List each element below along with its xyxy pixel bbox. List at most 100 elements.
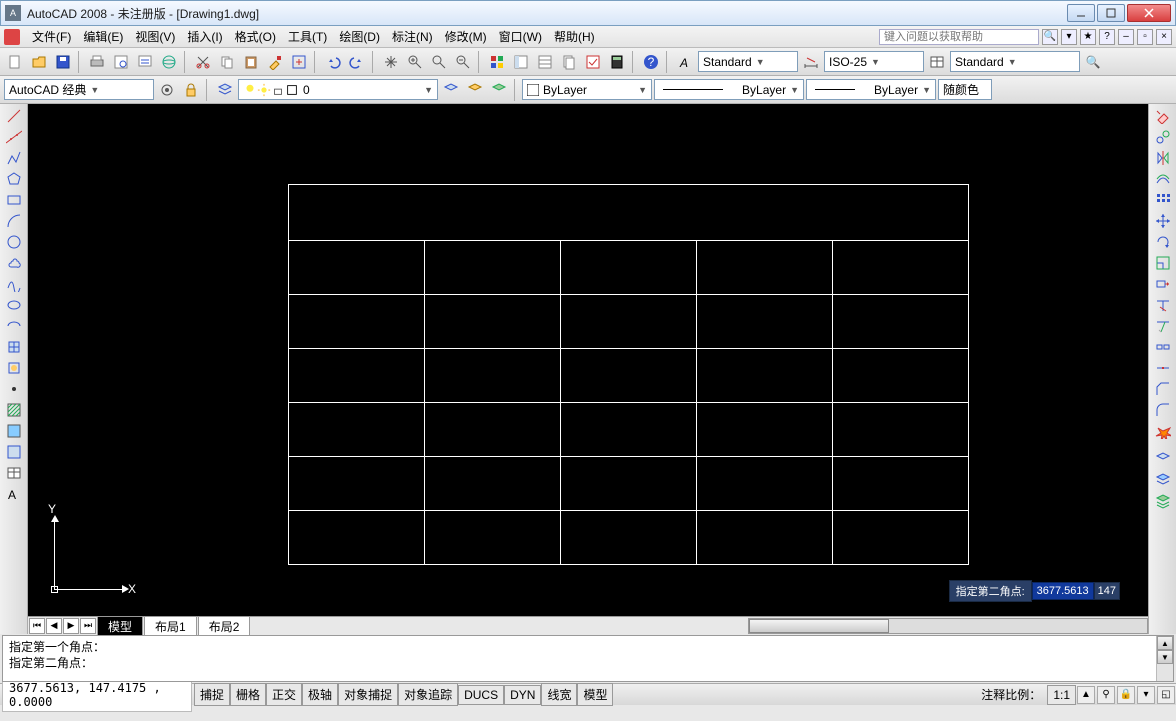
command-line[interactable]: 指定第一个角点： 指定第二角点： ▲▼: [2, 635, 1174, 682]
trim-icon[interactable]: [1152, 295, 1174, 315]
xline-icon[interactable]: [3, 127, 25, 147]
menu-help[interactable]: 帮助(H): [548, 26, 601, 47]
menu-tools[interactable]: 工具(T): [282, 26, 333, 47]
matchprop-icon[interactable]: [264, 51, 286, 73]
menu-view[interactable]: 视图(V): [129, 26, 181, 47]
textstyle-icon[interactable]: A: [674, 51, 696, 73]
lock-ui-icon[interactable]: 🔒: [1117, 686, 1135, 704]
help-icon[interactable]: ?: [640, 51, 662, 73]
tab-first-icon[interactable]: ⏮: [29, 618, 45, 634]
status-tray-icon[interactable]: ▾: [1137, 686, 1155, 704]
rotate-icon[interactable]: [1152, 232, 1174, 252]
cut-icon[interactable]: [192, 51, 214, 73]
tab-prev-icon[interactable]: ◀: [46, 618, 62, 634]
layer-prev-icon[interactable]: [440, 79, 462, 101]
3ddwf-icon[interactable]: [158, 51, 180, 73]
star-icon[interactable]: ★: [1080, 29, 1096, 45]
menu-format[interactable]: 格式(O): [229, 26, 282, 47]
doc-minimize-button[interactable]: –: [1118, 29, 1134, 45]
pan-icon[interactable]: [380, 51, 402, 73]
tab-layout2[interactable]: 布局2: [198, 616, 251, 636]
menu-insert[interactable]: 插入(I): [181, 26, 228, 47]
fillet-icon[interactable]: [1152, 400, 1174, 420]
workspace-dropdown[interactable]: AutoCAD 经典▼: [4, 79, 154, 100]
scale-icon[interactable]: [1152, 253, 1174, 273]
tablestyle-dropdown[interactable]: Standard▼: [950, 51, 1080, 72]
layer-dropdown[interactable]: 0 ▼: [238, 79, 438, 100]
zoom-previous-icon[interactable]: [452, 51, 474, 73]
toggle-snap[interactable]: 捕捉: [194, 683, 230, 706]
toggle-ducs[interactable]: DUCS: [458, 685, 504, 705]
offset-icon[interactable]: [1152, 169, 1174, 189]
rectangle-icon[interactable]: [3, 190, 25, 210]
move-icon[interactable]: [1152, 211, 1174, 231]
chevron-down-icon[interactable]: ▾: [1061, 29, 1077, 45]
open-icon[interactable]: [28, 51, 50, 73]
toggle-ortho[interactable]: 正交: [266, 683, 302, 706]
arc-icon[interactable]: [3, 211, 25, 231]
layer-tool2-icon[interactable]: [1152, 470, 1174, 490]
layer-iso-icon[interactable]: [488, 79, 510, 101]
toggle-grid[interactable]: 栅格: [230, 683, 266, 706]
point-icon[interactable]: [3, 379, 25, 399]
minimize-button[interactable]: [1067, 4, 1095, 22]
plot-preview-icon[interactable]: [110, 51, 132, 73]
anno-scale-value[interactable]: 1:1: [1047, 685, 1076, 705]
toggle-lwt[interactable]: 线宽: [541, 683, 577, 706]
save-icon[interactable]: [52, 51, 74, 73]
layer-manager-icon[interactable]: [214, 79, 236, 101]
toggle-otrack[interactable]: 对象追踪: [398, 683, 458, 706]
coordinates-display[interactable]: 3677.5613, 147.4175 , 0.0000: [2, 678, 192, 712]
copy-obj-icon[interactable]: [1152, 127, 1174, 147]
line-icon[interactable]: [3, 106, 25, 126]
undo-icon[interactable]: [322, 51, 344, 73]
new-icon[interactable]: [4, 51, 26, 73]
doc-close-button[interactable]: ×: [1156, 29, 1172, 45]
break-icon[interactable]: [1152, 337, 1174, 357]
revcloud-icon[interactable]: [3, 253, 25, 273]
zoom-window-icon[interactable]: [428, 51, 450, 73]
layer-tool3-icon[interactable]: [1152, 491, 1174, 511]
maximize-button[interactable]: [1097, 4, 1125, 22]
dimstyle-dropdown[interactable]: ISO-25▼: [824, 51, 924, 72]
color-dropdown[interactable]: ByLayer▼: [522, 79, 652, 100]
designcenter-icon[interactable]: [510, 51, 532, 73]
polyline-icon[interactable]: [3, 148, 25, 168]
mirror-icon[interactable]: [1152, 148, 1174, 168]
help-search-input[interactable]: [879, 29, 1039, 45]
ellipsearc-icon[interactable]: [3, 316, 25, 336]
lineweight-dropdown[interactable]: ByLayer▼: [806, 79, 936, 100]
toggle-model[interactable]: 模型: [577, 683, 613, 706]
block-editor-icon[interactable]: [288, 51, 310, 73]
anno-autoscale-icon[interactable]: ⚲: [1097, 686, 1115, 704]
textstyle-dropdown[interactable]: Standard▼: [698, 51, 798, 72]
tab-model[interactable]: 模型: [97, 616, 143, 636]
menu-draw[interactable]: 绘图(D): [333, 26, 386, 47]
clean-screen-icon[interactable]: ◱: [1157, 686, 1175, 704]
toolpalettes-icon[interactable]: [534, 51, 556, 73]
doc-restore-button[interactable]: ▫: [1137, 29, 1153, 45]
makeblock-icon[interactable]: [3, 358, 25, 378]
toggle-dyn[interactable]: DYN: [504, 685, 541, 705]
app-menu-icon[interactable]: [4, 29, 20, 45]
redo-icon[interactable]: [346, 51, 368, 73]
menu-dim[interactable]: 标注(N): [386, 26, 439, 47]
workspace-lock-icon[interactable]: [180, 79, 202, 101]
insertblock-icon[interactable]: [3, 337, 25, 357]
tab-last-icon[interactable]: ⏭: [80, 618, 96, 634]
menu-edit[interactable]: 编辑(E): [77, 26, 129, 47]
join-icon[interactable]: [1152, 358, 1174, 378]
explode-icon[interactable]: [1152, 421, 1174, 441]
info-icon[interactable]: ?: [1099, 29, 1115, 45]
horizontal-scrollbar[interactable]: [748, 618, 1148, 634]
anno-visibility-icon[interactable]: ▲: [1077, 686, 1095, 704]
dimstyle-icon[interactable]: [800, 51, 822, 73]
dynamic-input-value[interactable]: 3677.5613: [1032, 582, 1094, 600]
paste-icon[interactable]: [240, 51, 262, 73]
stretch-icon[interactable]: [1152, 274, 1174, 294]
menu-window[interactable]: 窗口(W): [493, 26, 548, 47]
command-scrollbar[interactable]: ▲▼: [1156, 636, 1173, 681]
dynamic-input-value2[interactable]: 147: [1094, 582, 1120, 600]
hatch-icon[interactable]: [3, 400, 25, 420]
toggle-osnap[interactable]: 对象捕捉: [338, 683, 398, 706]
